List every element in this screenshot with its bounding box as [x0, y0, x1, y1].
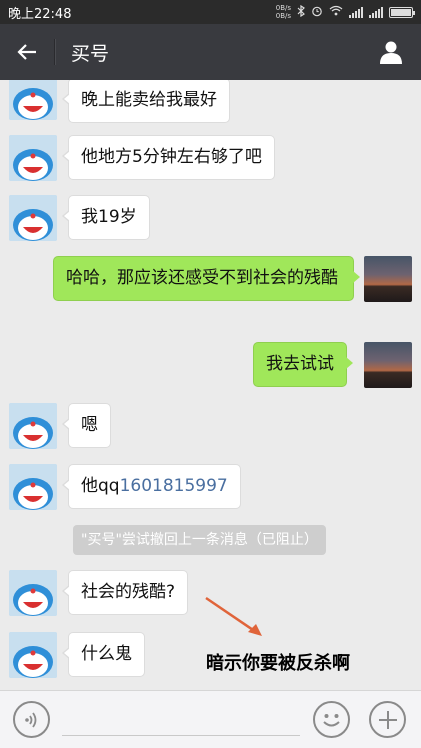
alarm-icon	[311, 5, 323, 20]
annotation-arrow-icon	[205, 596, 262, 636]
contact-avatar[interactable]	[9, 80, 57, 120]
net-up-speed: 0B/s	[275, 4, 291, 12]
contact-avatar[interactable]	[9, 403, 57, 449]
plus-icon	[378, 710, 397, 729]
net-down-speed: 0B/s	[275, 12, 291, 20]
my-avatar[interactable]	[364, 342, 412, 388]
message-text: 他qq	[81, 476, 120, 496]
chat-title: 买号	[71, 42, 110, 65]
back-arrow-icon	[17, 44, 36, 60]
contact-avatar[interactable]	[9, 135, 57, 181]
voice-button[interactable]	[13, 701, 50, 738]
message-bubble-sent[interactable]: 哈哈，那应该还感受不到社会的残酷	[53, 256, 360, 301]
my-avatar[interactable]	[364, 256, 412, 302]
emoji-icon	[323, 714, 340, 727]
more-button[interactable]	[369, 701, 406, 738]
contact-avatar[interactable]	[9, 570, 57, 616]
emoji-button[interactable]	[313, 701, 350, 738]
signal-icon-2	[369, 6, 383, 18]
voice-icon	[24, 711, 36, 728]
network-speed: 0B/s 0B/s	[276, 4, 291, 20]
message-bubble[interactable]: 晚上能卖给我最好	[62, 80, 230, 123]
message-bubble-sent[interactable]: 我去试试	[253, 342, 353, 387]
contact-avatar[interactable]	[9, 464, 57, 510]
input-bar	[0, 690, 421, 748]
chat-messages[interactable]: 晚上能卖给我最好 他地方5分钟左右够了吧 我19岁 哈哈，那应该还感受不到社会的…	[0, 80, 421, 690]
status-icons: 0B/s 0B/s	[276, 4, 415, 20]
message-bubble[interactable]: 他qq1601815997	[62, 464, 241, 509]
message-bubble[interactable]: 我19岁	[62, 195, 150, 240]
status-time: 晚上22:48	[8, 6, 72, 22]
message-bubble[interactable]: 他地方5分钟左右够了吧	[62, 135, 275, 180]
bluetooth-icon	[297, 4, 305, 20]
message-bubble[interactable]: 社会的残酷?	[61, 570, 189, 615]
person-icon	[380, 41, 402, 64]
annotation-text: 暗示你要被反杀啊	[206, 653, 350, 674]
message-input[interactable]	[62, 735, 300, 736]
contact-avatar[interactable]	[9, 632, 57, 678]
contact-avatar[interactable]	[9, 195, 57, 241]
message-bubble[interactable]: 什么鬼	[62, 632, 145, 677]
qq-number-link[interactable]: 1601815997	[120, 476, 228, 496]
status-bar: 晚上22:48 0B/s 0B/s	[0, 0, 421, 24]
profile-button[interactable]	[361, 24, 421, 80]
battery-icon	[389, 6, 415, 18]
chat-header: 买号	[0, 24, 421, 80]
system-notice: "买号"尝试撤回上一条消息（已阻止）	[73, 525, 326, 555]
wifi-icon	[329, 5, 343, 19]
message-bubble[interactable]: 嗯	[62, 403, 111, 448]
back-button[interactable]	[0, 24, 54, 80]
signal-icon-1	[349, 6, 363, 18]
